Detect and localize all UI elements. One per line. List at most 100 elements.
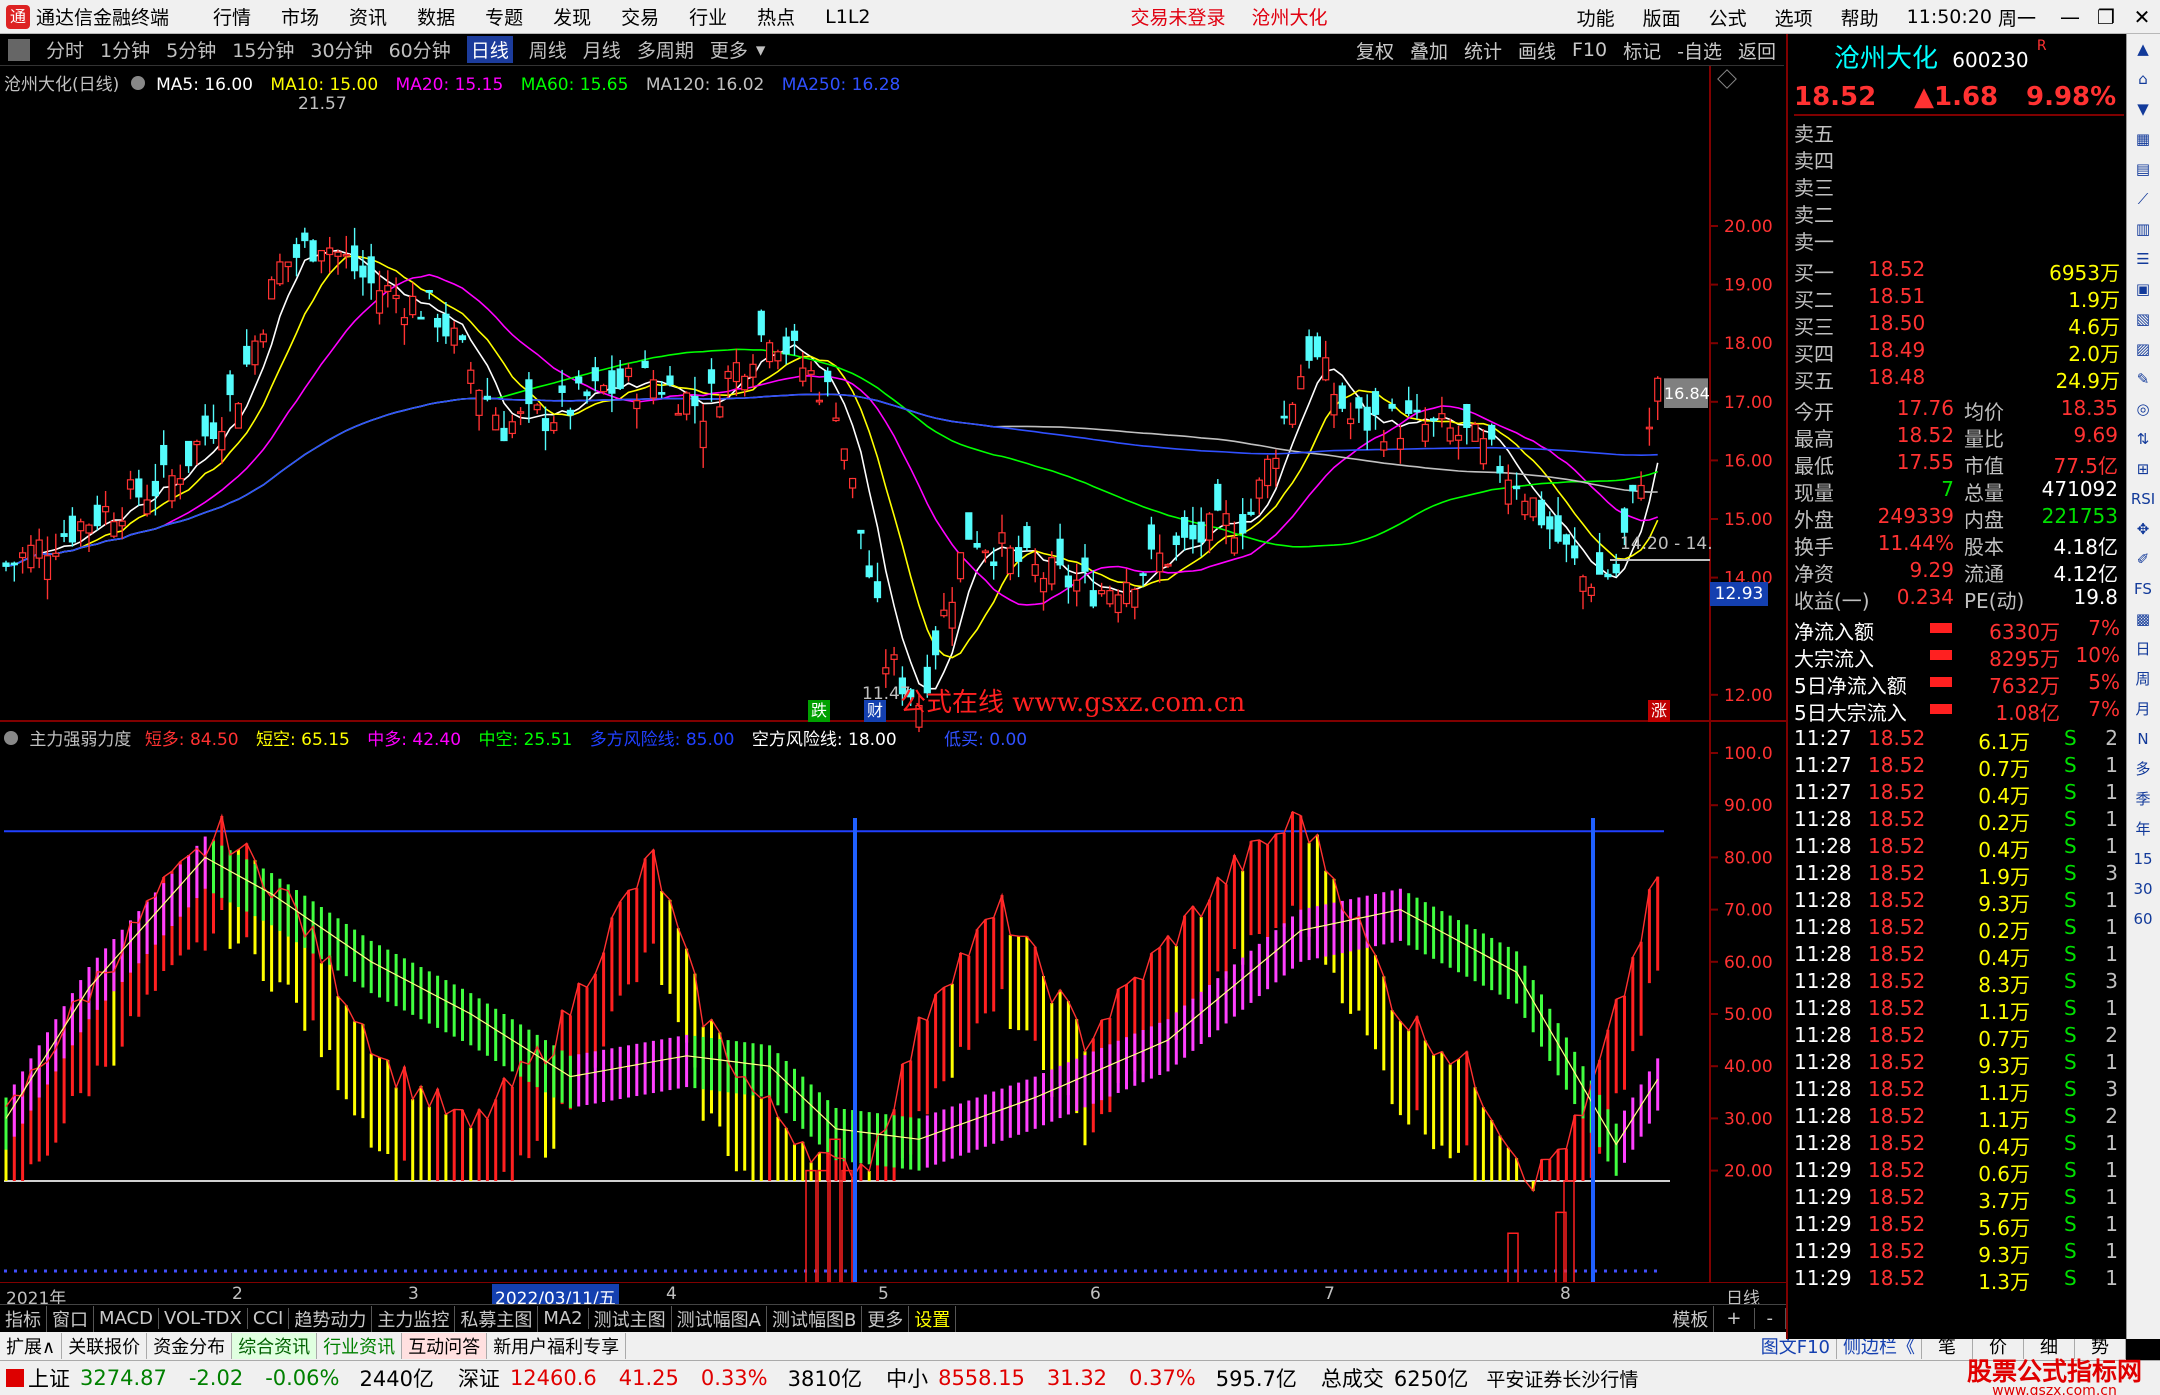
period-1min[interactable]: 1分钟 <box>100 36 150 63</box>
restore-icon[interactable]: ❐ <box>2088 0 2124 34</box>
sh-index[interactable]: 3274.87 <box>80 1366 167 1390</box>
toolbar-fs-icon[interactable]: FS <box>2127 574 2159 604</box>
period-more[interactable]: 更多 <box>710 36 748 63</box>
toolbar-line-icon[interactable]: ⟋ <box>2127 184 2159 214</box>
tab-expand[interactable]: 扩展∧ <box>0 1333 63 1359</box>
tab-vol[interactable]: VOL-TDX <box>159 1308 248 1329</box>
tab-ceshi-b[interactable]: 测试幅图B <box>767 1305 863 1332</box>
toolbar-15[interactable]: 15 <box>2127 844 2159 874</box>
toolbar-rsi-icon[interactable]: RSI <box>2127 484 2159 514</box>
period-30min[interactable]: 30分钟 <box>310 36 372 63</box>
tool-f10[interactable]: F10 <box>1572 39 1607 61</box>
tab-ma2[interactable]: MA2 <box>538 1308 589 1329</box>
period-daily[interactable]: 日线 <box>466 36 513 63</box>
toolbar-30[interactable]: 30 <box>2127 874 2159 904</box>
tab-add[interactable]: + <box>1714 1308 1755 1329</box>
toolbar-grid-icon[interactable]: ▦ <box>2127 124 2159 154</box>
toolbar-week[interactable]: 周 <box>2127 664 2159 694</box>
menu-gongshi[interactable]: 公式 <box>1709 4 1747 31</box>
menu-l1l2[interactable]: L1L2 <box>825 6 870 28</box>
toolbar-cycle-icon[interactable]: ◎ <box>2127 394 2159 424</box>
tool-zixuan[interactable]: -自选 <box>1677 37 1722 64</box>
toolbar-month[interactable]: 月 <box>2127 694 2159 724</box>
toolbar-60[interactable]: 60 <box>2127 904 2159 934</box>
menu-xuanxiang[interactable]: 选项 <box>1775 4 1813 31</box>
tab-settings[interactable]: 设置 <box>909 1305 957 1332</box>
tab-template[interactable]: 模板 <box>1667 1305 1715 1332</box>
toolbar-pen-icon[interactable]: ✎ <box>2127 364 2159 394</box>
toolbar-year[interactable]: 年 <box>2127 814 2159 844</box>
collapse-icon[interactable] <box>8 38 30 61</box>
toolbar-list-icon[interactable]: ☰ <box>2127 244 2159 274</box>
tab-chuangkou[interactable]: 窗口 <box>47 1305 94 1332</box>
toolbar-multi[interactable]: 多 <box>2127 754 2159 784</box>
tool-fuquan[interactable]: 复权 <box>1356 37 1394 64</box>
tab-qa[interactable]: 互动问答 <box>402 1333 488 1359</box>
tool-huaxian[interactable]: 画线 <box>1518 37 1556 64</box>
toolbar-n[interactable]: N <box>2127 724 2159 754</box>
toolbar-table-icon[interactable]: ▧ <box>2127 304 2159 334</box>
tab-macd[interactable]: MACD <box>94 1308 159 1329</box>
toolbar-calc-icon[interactable]: ▩ <box>2127 604 2159 634</box>
toolbar-doc-icon[interactable]: ▣ <box>2127 274 2159 304</box>
period-weekly[interactable]: 周线 <box>529 36 567 63</box>
menu-jiaoyi[interactable]: 交易 <box>621 3 659 30</box>
period-5min[interactable]: 5分钟 <box>166 36 216 63</box>
menu-bangzhu[interactable]: 帮助 <box>1841 4 1879 31</box>
tab-ceshi-a[interactable]: 测试幅图A <box>672 1305 767 1332</box>
menu-banmian[interactable]: 版面 <box>1643 4 1681 31</box>
toolbar-brush-icon[interactable]: ✐ <box>2127 544 2159 574</box>
up-tag[interactable]: 涨 <box>1648 700 1670 722</box>
minimize-icon[interactable]: — <box>2052 0 2088 34</box>
tool-biaoji[interactable]: 标记 <box>1623 37 1661 64</box>
settings-icon[interactable] <box>130 76 145 90</box>
zx-index[interactable]: 8558.15 <box>938 1366 1025 1390</box>
toolbar-ruler-icon[interactable]: ⊞ <box>2127 454 2159 484</box>
tab-qushi[interactable]: 趋势动力 <box>289 1305 373 1332</box>
toolbar-up-icon[interactable]: ▲ <box>2127 34 2159 64</box>
menu-gongneng[interactable]: 功能 <box>1577 4 1615 31</box>
menu-shichang[interactable]: 市场 <box>281 3 319 30</box>
tab-more[interactable]: 更多 <box>862 1305 910 1332</box>
toolbar-bar-icon[interactable]: ▥ <box>2127 214 2159 244</box>
toolbar-move-icon[interactable]: ✥ <box>2127 514 2159 544</box>
tab-ceshi-main[interactable]: 测试主图 <box>589 1305 672 1332</box>
menu-redian[interactable]: 热点 <box>757 3 795 30</box>
toolbar-quarter[interactable]: 季 <box>2127 784 2159 814</box>
broker-name[interactable]: 平安证券长沙行情 <box>1486 1365 1638 1392</box>
period-60min[interactable]: 60分钟 <box>389 36 451 63</box>
menu-hangqing[interactable]: 行情 <box>213 3 251 30</box>
login-notice[interactable]: 交易未登录 <box>1131 3 1226 30</box>
tab-newuser[interactable]: 新用户福利专享 <box>487 1333 627 1359</box>
tab-related-quote[interactable]: 关联报价 <box>62 1333 148 1359</box>
toolbar-note-icon[interactable]: ▨ <box>2127 334 2159 364</box>
menu-hangye[interactable]: 行业 <box>689 3 727 30</box>
period-multi[interactable]: 多周期 <box>637 36 694 63</box>
dropdown-arrow-icon[interactable]: ▾ <box>756 39 766 61</box>
tab-news[interactable]: 综合资讯 <box>232 1333 318 1359</box>
tool-diejia[interactable]: 叠加 <box>1410 37 1448 64</box>
tab-zhuli[interactable]: 主力监控 <box>372 1305 456 1332</box>
down-tag[interactable]: 跌 <box>808 700 830 722</box>
toolbar-chart-icon[interactable]: ▤ <box>2127 154 2159 184</box>
close-icon[interactable]: ✕ <box>2124 0 2160 34</box>
tab-fund-dist[interactable]: 资金分布 <box>147 1333 233 1359</box>
period-monthly[interactable]: 月线 <box>583 36 621 63</box>
tool-tongji[interactable]: 统计 <box>1464 37 1502 64</box>
tab-industry-news[interactable]: 行业资讯 <box>317 1333 403 1359</box>
indicator-settings-icon[interactable] <box>4 731 18 745</box>
tab-remove[interactable]: - <box>1755 1308 1786 1329</box>
toolbar-home-icon[interactable]: ⌂ <box>2127 64 2159 94</box>
period-fenshi[interactable]: 分时 <box>46 36 84 63</box>
toolbar-day[interactable]: 日 <box>2127 634 2159 664</box>
period-15min[interactable]: 15分钟 <box>232 36 294 63</box>
tab-zhibiao[interactable]: 指标 <box>0 1305 47 1332</box>
menu-zixun[interactable]: 资讯 <box>349 3 387 30</box>
menu-zhuanti[interactable]: 专题 <box>485 3 523 30</box>
menu-shuju[interactable]: 数据 <box>417 3 455 30</box>
tab-cci[interactable]: CCI <box>248 1308 290 1329</box>
toolbar-arrow-icon[interactable]: ⇅ <box>2127 424 2159 454</box>
menu-faxian[interactable]: 发现 <box>553 3 591 30</box>
toolbar-down-icon[interactable]: ▼ <box>2127 94 2159 124</box>
tool-fanhui[interactable]: 返回 <box>1738 37 1776 64</box>
